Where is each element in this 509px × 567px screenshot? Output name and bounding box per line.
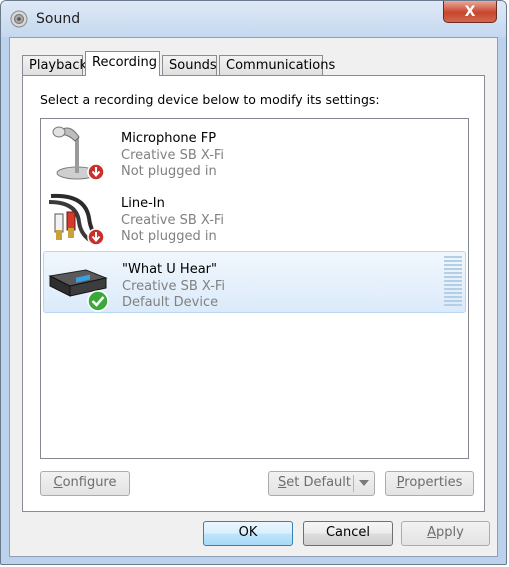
device-driver: Creative SB X-Fi xyxy=(122,279,226,294)
list-item-line-in[interactable]: Line-In Creative SB X-Fi Not plugged in xyxy=(43,186,466,248)
window-title: Sound xyxy=(36,11,81,27)
instruction-text: Select a recording device below to modif… xyxy=(40,92,380,107)
speaker-icon xyxy=(10,10,28,28)
device-driver: Creative SB X-Fi xyxy=(121,213,225,228)
sound-dialog: Sound X Playback Recording Sounds Commun… xyxy=(0,0,507,565)
tab-playback[interactable]: Playback xyxy=(22,55,87,75)
device-status: Not plugged in xyxy=(121,164,217,179)
dialog-client: Playback Recording Sounds Communications… xyxy=(9,37,498,557)
unplugged-badge-icon xyxy=(87,163,105,181)
default-check-icon xyxy=(87,290,109,312)
close-button[interactable]: X xyxy=(443,1,497,23)
list-item-what-u-hear[interactable]: "What U Hear" Creative SB X-Fi Default D… xyxy=(43,251,466,313)
unplugged-badge-icon xyxy=(87,228,105,246)
apply-button[interactable]: Apply xyxy=(401,521,490,546)
device-name: Microphone FP xyxy=(121,131,217,146)
close-icon: X xyxy=(464,3,476,20)
title-bar[interactable]: Sound X xyxy=(1,1,506,37)
dropdown-arrow-icon[interactable] xyxy=(359,480,369,486)
device-driver: Creative SB X-Fi xyxy=(121,148,225,163)
list-item-microphone[interactable]: Microphone FP Creative SB X-Fi Not plugg… xyxy=(43,121,466,183)
configure-button[interactable]: Configure xyxy=(40,471,130,496)
cancel-button[interactable]: Cancel xyxy=(303,521,393,546)
device-name: Line-In xyxy=(121,196,165,211)
level-meter xyxy=(444,256,462,308)
device-status: Default Device xyxy=(122,295,219,310)
tab-sounds[interactable]: Sounds xyxy=(162,55,217,75)
tab-recording[interactable]: Recording xyxy=(85,51,160,76)
set-default-button[interactable]: Set Default xyxy=(268,471,375,496)
device-name: "What U Hear" xyxy=(122,262,217,277)
ok-button[interactable]: OK xyxy=(203,521,293,546)
recording-panel: Select a recording device below to modif… xyxy=(22,75,485,512)
device-status: Not plugged in xyxy=(121,229,217,244)
tab-communications[interactable]: Communications xyxy=(219,55,335,75)
device-list[interactable]: Microphone FP Creative SB X-Fi Not plugg… xyxy=(40,118,469,459)
split-separator xyxy=(353,475,354,492)
properties-button[interactable]: Properties xyxy=(385,471,474,496)
